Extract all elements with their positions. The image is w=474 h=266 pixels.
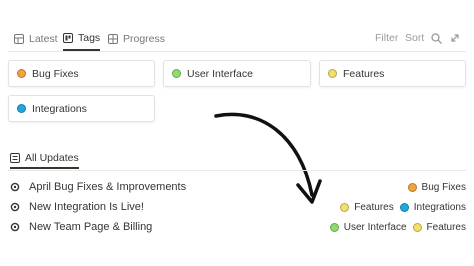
tag-color-dot: [407, 182, 417, 192]
filter-button[interactable]: Filter: [375, 27, 398, 49]
tag-card-integrations[interactable]: Integrations: [8, 95, 155, 122]
tag-integrations: Integrations: [399, 201, 466, 213]
tab-all-updates-label: All Updates: [25, 152, 79, 164]
tag-card-features[interactable]: Features: [319, 60, 466, 87]
tag-card-bug-fixes[interactable]: Bug Fixes: [8, 60, 155, 87]
tab-tags[interactable]: Tags: [63, 27, 101, 51]
tag-card-label: User Interface: [187, 67, 253, 80]
tag-card-user-interface[interactable]: User Interface: [163, 60, 311, 87]
tag-label: Bug Fixes: [421, 181, 466, 193]
tag-color-dot: [17, 69, 26, 78]
tag-card-label: Integrations: [32, 102, 87, 115]
table-icon: [14, 34, 24, 44]
tag-bug-fixes: Bug Fixes: [407, 181, 466, 193]
expand-button[interactable]: [450, 27, 460, 49]
tag-color-dot: [328, 69, 337, 78]
page-gear-icon: [10, 222, 20, 232]
tag-label: Integrations: [413, 201, 466, 213]
view-bar: Latest Tags Progress Filter Sort: [8, 27, 466, 52]
tag-label: User Interface: [343, 221, 407, 233]
update-title: April Bug Fixes & Improvements: [29, 181, 187, 193]
tab-latest-label: Latest: [29, 33, 58, 45]
update-row[interactable]: New Team Page & Billing User Interface F…: [10, 218, 466, 236]
tag-features: Features: [412, 221, 466, 233]
tab-tags-label: Tags: [78, 32, 101, 44]
tag-card-label: Features: [343, 67, 385, 80]
updates-divider: [8, 170, 466, 171]
tag-card-label: Bug Fixes: [32, 67, 79, 80]
tag-color-dot: [17, 104, 26, 113]
update-tags: Bug Fixes: [407, 181, 466, 193]
expand-icon: [451, 34, 459, 42]
tab-progress[interactable]: Progress: [108, 27, 165, 51]
tag-color-dot: [329, 222, 339, 232]
gallery-icon: [108, 34, 118, 44]
tag-user-interface: User Interface: [329, 221, 407, 233]
update-title: New Integration Is Live!: [29, 201, 144, 213]
update-title: New Team Page & Billing: [29, 221, 153, 233]
tab-all-updates[interactable]: All Updates: [10, 149, 79, 169]
page-gear-icon: [10, 182, 20, 192]
update-row[interactable]: New Integration Is Live! Features Integr…: [10, 198, 466, 216]
update-row[interactable]: April Bug Fixes & Improvements Bug Fixes: [10, 178, 466, 196]
tag-color-dot: [412, 222, 422, 232]
tab-latest[interactable]: Latest: [14, 27, 58, 51]
filter-label: Filter: [375, 32, 399, 44]
update-tags: Features Integrations: [340, 202, 466, 213]
sort-button[interactable]: Sort: [405, 27, 424, 49]
tab-progress-label: Progress: [123, 33, 166, 45]
list-icon: [10, 153, 20, 163]
view-bar-divider: [8, 51, 466, 52]
board-icon: [63, 33, 73, 43]
search-button[interactable]: [431, 27, 442, 49]
search-icon: [431, 32, 442, 44]
tag-color-dot: [340, 202, 350, 212]
update-tags: User Interface Features: [329, 221, 466, 233]
sort-label: Sort: [405, 32, 425, 44]
tag-label: Features: [354, 201, 394, 213]
tag-color-dot: [399, 202, 409, 212]
page-gear-icon: [10, 202, 20, 212]
tag-features: Features: [340, 201, 394, 213]
tag-label: Features: [426, 221, 466, 233]
tag-color-dot: [172, 69, 181, 78]
